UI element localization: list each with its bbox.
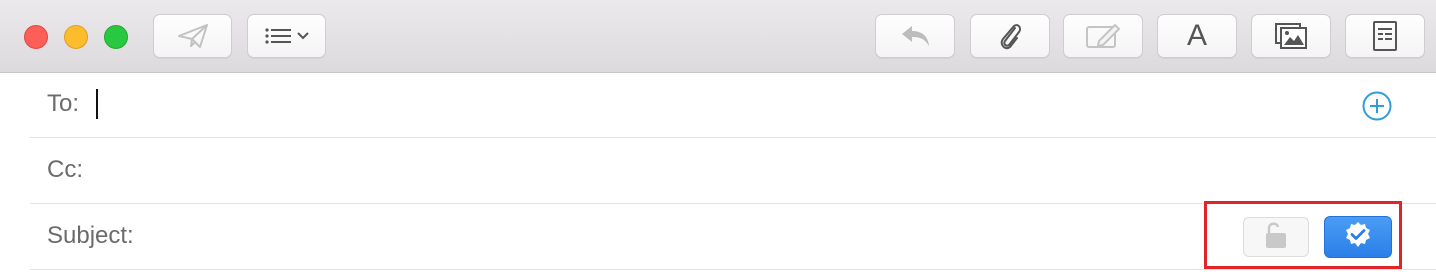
photo-icon [1275, 23, 1307, 49]
list-icon [264, 27, 291, 45]
attach-button[interactable] [970, 14, 1050, 58]
stationery-icon [1373, 21, 1397, 51]
close-window-button[interactable] [24, 25, 48, 49]
paper-plane-icon [176, 23, 210, 49]
zoom-window-button[interactable] [104, 25, 128, 49]
photo-browser-button[interactable] [1251, 14, 1331, 58]
add-contact-button[interactable] [1361, 90, 1393, 122]
markup-button[interactable] [1063, 14, 1143, 58]
paperclip-icon [997, 19, 1023, 53]
text-cursor [96, 89, 98, 119]
font-icon: A [1186, 19, 1207, 52]
to-label: To: [47, 90, 80, 117]
minimize-window-button[interactable] [64, 25, 88, 49]
to-field[interactable]: To: [0, 72, 1436, 138]
subject-label: Subject: [47, 222, 134, 249]
divider [30, 269, 1436, 270]
cc-field[interactable]: Cc: [0, 138, 1436, 204]
format-button[interactable]: A [1157, 14, 1237, 58]
send-button[interactable] [153, 14, 232, 58]
toolbar: A [0, 0, 1436, 73]
pencil-note-icon [1085, 23, 1121, 49]
chevron-down-icon [296, 32, 309, 40]
security-controls-highlight [1204, 201, 1402, 269]
header-fields-button[interactable] [247, 14, 326, 58]
reply-button[interactable] [875, 14, 955, 58]
stationery-button[interactable] [1345, 14, 1425, 58]
cc-label: Cc: [47, 156, 83, 183]
reply-arrow-icon [898, 24, 932, 48]
plus-circle-icon [1361, 91, 1393, 126]
